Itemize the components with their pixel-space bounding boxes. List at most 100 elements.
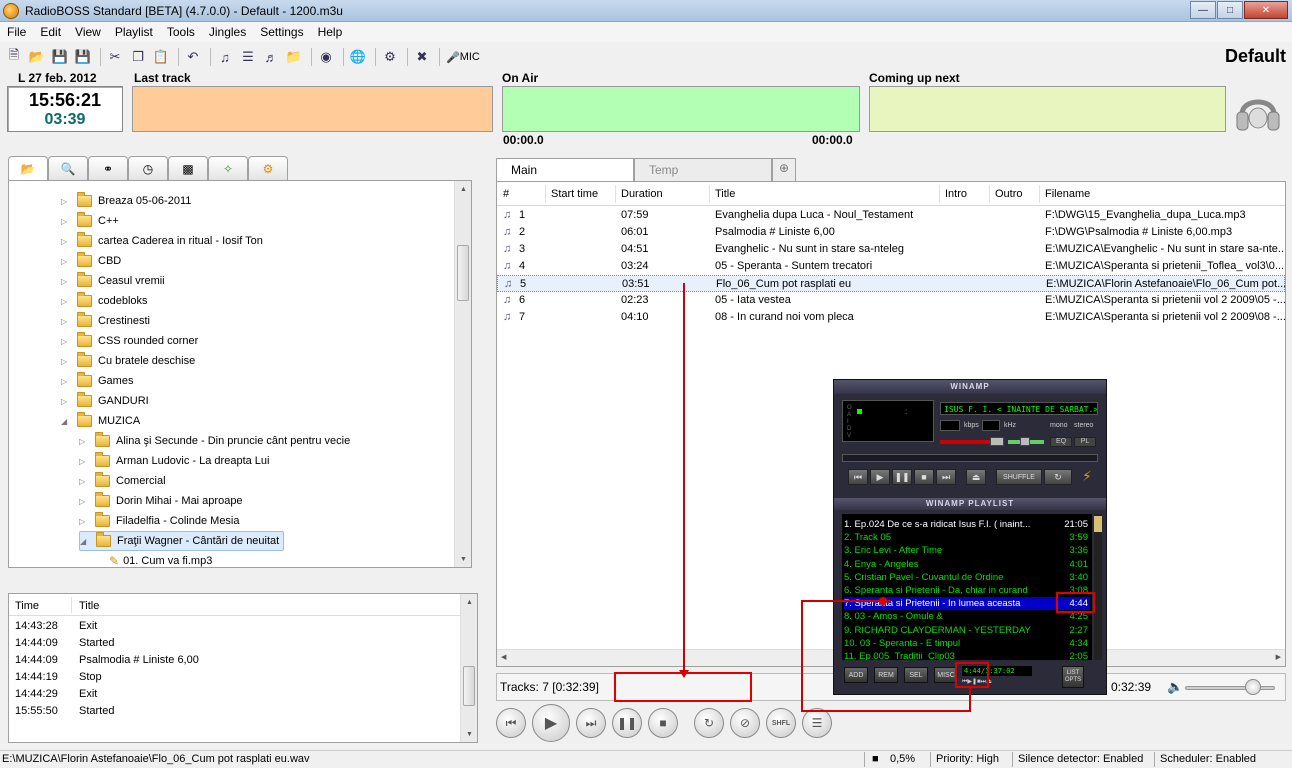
collapsed-arrow-icon[interactable]: ▷ xyxy=(61,237,71,246)
tree-item[interactable]: ▷ C++ xyxy=(61,211,119,231)
tree-scroll-thumb[interactable] xyxy=(457,245,469,301)
winamp-list-opts-button[interactable]: LIST OPTS xyxy=(1062,666,1084,688)
log-scroll-thumb[interactable] xyxy=(463,666,475,706)
winamp-playlist-item[interactable]: 6. Speranta si Prietenii - Da, chiar in … xyxy=(844,584,1090,597)
minimize-button[interactable]: — xyxy=(1190,1,1216,19)
collapsed-arrow-icon[interactable]: ▷ xyxy=(61,257,71,266)
winamp-seek-bar[interactable] xyxy=(842,454,1098,462)
winamp-playlist-item[interactable]: 9. RICHARD CLAYDERMAN - YESTERDAY 2:27 xyxy=(844,624,1090,637)
collapsed-arrow-icon[interactable]: ▷ xyxy=(61,357,71,366)
menu-help[interactable]: Help xyxy=(311,25,350,39)
winamp-volume-knob[interactable] xyxy=(990,437,1004,446)
winamp-playlist-item[interactable]: 5. Cristian Pavel - Cuvantul de Ordine 3:… xyxy=(844,571,1090,584)
tree-item[interactable]: ▷ Comercial xyxy=(79,471,166,491)
winamp-playlist-item[interactable]: 1. Ep.024 De ce s-a ridicat Isus F.I. ( … xyxy=(844,518,1090,531)
scroll-right-icon[interactable]: ▶ xyxy=(1276,653,1281,661)
disable-button[interactable]: ⊘ xyxy=(730,708,760,738)
new-file-icon[interactable]: 🗎 xyxy=(4,47,24,67)
collapsed-arrow-icon[interactable]: ▷ xyxy=(79,457,89,466)
mixer-icon[interactable]: ◉ xyxy=(316,47,336,67)
table-row[interactable]: ♫ 4 03:24 05 - Speranta - Suntem trecatori E… xyxy=(497,258,1285,275)
winamp-playlist-item[interactable]: 10. 03 - Speranta - E timpul 4:34 xyxy=(844,637,1090,650)
col-title[interactable]: Title xyxy=(715,188,735,200)
col-outro[interactable]: Outro xyxy=(995,188,1023,200)
collapsed-arrow-icon[interactable]: ▷ xyxy=(61,277,71,286)
close-button[interactable]: ✕ xyxy=(1244,1,1288,19)
log-scrollbar[interactable]: ▲ ▼ xyxy=(460,594,477,742)
table-row[interactable]: ♫ 3 04:51 Evanghelic - Nu sunt in stare sa-… xyxy=(497,241,1285,258)
col-number[interactable]: # xyxy=(503,188,509,200)
tree-item[interactable]: ▷ Dorin Mihai - Mai aproape xyxy=(79,491,243,511)
winamp-prev-button[interactable]: ⏮ xyxy=(848,469,868,485)
tree-item[interactable]: ◢ Fraţii Wagner - Cântări de neuitat xyxy=(79,531,285,551)
winamp-repeat-button[interactable]: ↻ xyxy=(1044,469,1072,485)
add-track-icon[interactable]: ♫ xyxy=(215,47,235,67)
winamp-playlist-item[interactable]: 4. Enya - Angeles 4:01 xyxy=(844,558,1090,571)
menu-tools[interactable]: Tools xyxy=(160,25,202,39)
tree-item[interactable]: ▷ Arman Ludovic - La dreapta Lui xyxy=(79,451,269,471)
tab-cart[interactable]: ▩ xyxy=(168,156,208,180)
winamp-eject-button[interactable]: ⏏ xyxy=(966,469,986,485)
add-url-icon[interactable]: ♬ xyxy=(261,47,281,67)
winamp-shuffle-button[interactable]: SHUFFLE xyxy=(996,469,1042,485)
undo-icon[interactable]: ↶ xyxy=(183,47,203,67)
winamp-playlist-item[interactable]: 3. Eric Levi - After Time 3:36 xyxy=(844,544,1090,557)
col-filename[interactable]: Filename xyxy=(1045,188,1090,200)
collapsed-arrow-icon[interactable]: ▷ xyxy=(61,377,71,386)
winamp-pl-button[interactable]: PL xyxy=(1074,437,1096,447)
tree-item[interactable]: ▷ CBD xyxy=(61,251,121,271)
tree-item[interactable]: ▷ Cu bratele deschise xyxy=(61,351,195,371)
collapsed-arrow-icon[interactable]: ▷ xyxy=(79,497,89,506)
loop-button[interactable]: ↻ xyxy=(694,708,724,738)
globe-icon[interactable]: 🌐 xyxy=(348,47,368,67)
tree-item[interactable]: ▷ Games xyxy=(61,371,133,391)
winamp-add-button[interactable]: ADD xyxy=(844,667,868,683)
collapsed-arrow-icon[interactable]: ▷ xyxy=(79,517,89,526)
tree-item[interactable]: ▷ GANDURI xyxy=(61,391,149,411)
menu-view[interactable]: View xyxy=(68,25,108,39)
paste-icon[interactable]: 📋 xyxy=(151,47,171,67)
shuffle-button[interactable]: SHFL xyxy=(766,708,796,738)
tree-item[interactable]: ▷ Ceasul vremii xyxy=(61,271,165,291)
collapsed-arrow-icon[interactable]: ▷ xyxy=(61,197,71,206)
scroll-down-icon[interactable]: ▼ xyxy=(455,551,471,567)
table-row[interactable]: ♫ 5 03:51 Flo_06_Cum pot rasplati eu E:\MUZI… xyxy=(497,275,1285,292)
collapsed-arrow-icon[interactable]: ▷ xyxy=(61,297,71,306)
add-folder-icon[interactable]: 📁 xyxy=(284,47,304,67)
menu-settings[interactable]: Settings xyxy=(253,25,310,39)
menu-file[interactable]: File xyxy=(0,25,33,39)
winamp-eq-button[interactable]: EQ xyxy=(1050,437,1072,447)
tab-main[interactable]: Main xyxy=(496,158,634,181)
col-duration[interactable]: Duration xyxy=(621,188,663,200)
winamp-pause-button[interactable]: ❚❚ xyxy=(892,469,912,485)
play-button[interactable]: ▶ xyxy=(532,704,570,742)
collapsed-arrow-icon[interactable]: ▷ xyxy=(61,337,71,346)
copy-icon[interactable]: ❐ xyxy=(128,47,148,67)
expanded-arrow-icon[interactable]: ◢ xyxy=(80,537,90,546)
volume-knob[interactable] xyxy=(1245,679,1261,695)
collapsed-arrow-icon[interactable]: ▷ xyxy=(79,477,89,486)
winamp-play-button[interactable]: ▶ xyxy=(870,469,890,485)
scroll-up-icon[interactable]: ▲ xyxy=(455,181,471,197)
tree-item[interactable]: ▷ Alina şi Secunde - Din pruncie cânt pen… xyxy=(79,431,350,451)
cut-icon[interactable]: ✂ xyxy=(105,47,125,67)
add-list-icon[interactable]: ☰ xyxy=(238,47,258,67)
tree-item[interactable]: ▷ cartea Caderea in ritual - Iosif Ton xyxy=(61,231,263,251)
add-tab-icon[interactable]: ⊕ xyxy=(772,158,796,181)
winamp-window[interactable]: WINAMP OAIDV : ISUS F. I. < INAINTE DE S… xyxy=(833,379,1107,695)
save-as-icon[interactable]: 💾 xyxy=(73,47,93,67)
collapsed-arrow-icon[interactable]: ▷ xyxy=(61,397,71,406)
collapsed-arrow-icon[interactable]: ▷ xyxy=(79,437,89,446)
collapsed-arrow-icon[interactable]: ▷ xyxy=(61,217,71,226)
stop-button[interactable]: ■ xyxy=(648,708,678,738)
winamp-sel-button[interactable]: SEL xyxy=(904,667,928,683)
tab-scheduler[interactable]: ◷ xyxy=(128,156,168,180)
next-button[interactable]: ⏭ xyxy=(576,708,606,738)
table-row[interactable]: ♫ 7 04:10 08 - In curand noi vom pleca E:\MU… xyxy=(497,309,1285,326)
tree-item[interactable]: ▷ codebloks xyxy=(61,291,148,311)
menu-playlist[interactable]: Playlist xyxy=(108,25,160,39)
gear-icon[interactable]: ⚙ xyxy=(380,47,400,67)
table-row[interactable]: ♫ 6 02:23 05 - Iata vestea E:\MUZICA\Sperant… xyxy=(497,292,1285,309)
pause-button[interactable]: ❚❚ xyxy=(612,708,642,738)
mic-button[interactable]: 🎤 MIC xyxy=(446,51,480,64)
